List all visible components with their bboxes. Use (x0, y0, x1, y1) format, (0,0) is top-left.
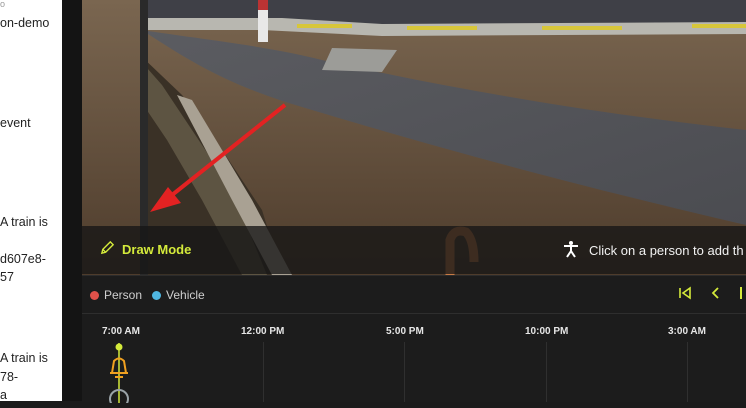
event-timeline: Person Vehicle 7:00 AM 12:00 PM 5:00 PM … (82, 275, 746, 408)
timeline-legend: Person Vehicle (90, 288, 205, 302)
vehicle-color-dot (152, 290, 162, 300)
panel-gutter (62, 0, 82, 401)
chevron-left-icon[interactable] (710, 286, 722, 303)
panel-text-line[interactable]: A train is (0, 350, 48, 366)
timeline-tick-label: 5:00 PM (386, 326, 424, 337)
panel-text-line[interactable]: d607e8- (0, 251, 46, 267)
timeline-tick-label: 3:00 AM (668, 326, 706, 337)
timeline-grid-line (546, 342, 547, 402)
play-icon[interactable] (740, 286, 746, 303)
timeline-grid-line (404, 342, 405, 402)
timeline-navigation (678, 286, 746, 303)
timeline-tick-label: 7:00 AM (102, 326, 140, 337)
draw-mode-label: Draw Mode (122, 241, 192, 257)
left-side-panel: o on-demo event A train is d607e8- 57 A … (0, 0, 62, 401)
panel-text-line[interactable]: A train is (0, 214, 48, 230)
timeline-tick-label: 10:00 PM (525, 326, 569, 337)
timeline-divider (82, 313, 746, 314)
panel-text-line[interactable]: a (0, 387, 7, 401)
panel-text-line: o (0, 0, 6, 9)
person-icon (562, 240, 580, 261)
timeline-event-marker[interactable] (104, 343, 134, 408)
pencil-icon (100, 240, 115, 258)
draw-mode-button[interactable]: Draw Mode (100, 240, 191, 258)
panel-text-line[interactable]: 78- (0, 369, 18, 385)
draw-mode-toolbar: Draw Mode Click on a person to add th (82, 226, 746, 274)
legend-label: Vehicle (166, 288, 205, 302)
panel-text-line[interactable]: 57 (0, 269, 14, 285)
legend-label: Person (104, 288, 143, 302)
draw-hint: Click on a person to add th (562, 240, 744, 261)
timeline-grid-line (687, 342, 688, 402)
legend-item-vehicle: Vehicle (152, 288, 205, 302)
timeline-grid-line (263, 342, 264, 402)
person-color-dot (90, 290, 99, 300)
timeline-tick-label: 12:00 PM (241, 326, 285, 337)
panel-text-line[interactable]: on-demo (0, 15, 49, 31)
legend-item-person: Person (90, 288, 142, 302)
skip-to-start-icon[interactable] (678, 286, 692, 303)
draw-hint-text: Click on a person to add th (589, 243, 744, 258)
panel-text-line[interactable]: event (0, 115, 31, 131)
